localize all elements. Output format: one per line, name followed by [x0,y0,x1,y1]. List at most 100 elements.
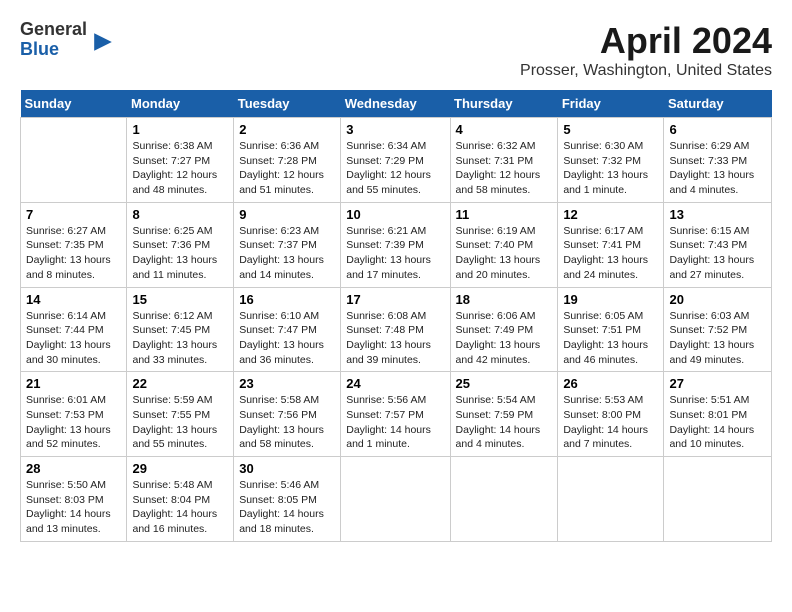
calendar-cell: 15 Sunrise: 6:12 AMSunset: 7:45 PMDaylig… [127,287,234,372]
calendar-cell: 22 Sunrise: 5:59 AMSunset: 7:55 PMDaylig… [127,372,234,457]
calendar-cell: 26 Sunrise: 5:53 AMSunset: 8:00 PMDaylig… [558,372,664,457]
day-info: Sunrise: 5:51 AMSunset: 8:01 PMDaylight:… [669,394,754,450]
day-number: 26 [563,376,658,391]
logo-general: General [20,20,87,40]
calendar-cell: 8 Sunrise: 6:25 AMSunset: 7:36 PMDayligh… [127,202,234,287]
day-number: 1 [132,122,228,137]
calendar-cell: 5 Sunrise: 6:30 AMSunset: 7:32 PMDayligh… [558,118,664,203]
day-info: Sunrise: 6:25 AMSunset: 7:36 PMDaylight:… [132,225,217,281]
day-number: 3 [346,122,444,137]
calendar-cell: 7 Sunrise: 6:27 AMSunset: 7:35 PMDayligh… [21,202,127,287]
day-number: 20 [669,292,766,307]
calendar-cell: 3 Sunrise: 6:34 AMSunset: 7:29 PMDayligh… [341,118,450,203]
calendar-cell: 14 Sunrise: 6:14 AMSunset: 7:44 PMDaylig… [21,287,127,372]
day-number: 2 [239,122,335,137]
weekday-header-thursday: Thursday [450,90,558,118]
day-number: 25 [456,376,553,391]
day-number: 10 [346,207,444,222]
day-info: Sunrise: 6:32 AMSunset: 7:31 PMDaylight:… [456,140,541,196]
day-number: 22 [132,376,228,391]
calendar-cell: 11 Sunrise: 6:19 AMSunset: 7:40 PMDaylig… [450,202,558,287]
calendar-cell [664,457,772,542]
day-info: Sunrise: 5:50 AMSunset: 8:03 PMDaylight:… [26,479,111,535]
day-info: Sunrise: 6:03 AMSunset: 7:52 PMDaylight:… [669,310,754,366]
weekday-header-wednesday: Wednesday [341,90,450,118]
day-info: Sunrise: 5:46 AMSunset: 8:05 PMDaylight:… [239,479,324,535]
day-number: 21 [26,376,121,391]
calendar-cell [450,457,558,542]
calendar-cell: 9 Sunrise: 6:23 AMSunset: 7:37 PMDayligh… [234,202,341,287]
day-number: 7 [26,207,121,222]
calendar-cell: 18 Sunrise: 6:06 AMSunset: 7:49 PMDaylig… [450,287,558,372]
day-info: Sunrise: 6:10 AMSunset: 7:47 PMDaylight:… [239,310,324,366]
day-info: Sunrise: 5:53 AMSunset: 8:00 PMDaylight:… [563,394,648,450]
calendar-header: SundayMondayTuesdayWednesdayThursdayFrid… [21,90,772,118]
day-info: Sunrise: 6:06 AMSunset: 7:49 PMDaylight:… [456,310,541,366]
day-info: Sunrise: 6:17 AMSunset: 7:41 PMDaylight:… [563,225,648,281]
calendar-table: SundayMondayTuesdayWednesdayThursdayFrid… [20,90,772,542]
calendar-week-1: 1 Sunrise: 6:38 AMSunset: 7:27 PMDayligh… [21,118,772,203]
day-info: Sunrise: 6:08 AMSunset: 7:48 PMDaylight:… [346,310,431,366]
weekday-header-row: SundayMondayTuesdayWednesdayThursdayFrid… [21,90,772,118]
calendar-cell: 24 Sunrise: 5:56 AMSunset: 7:57 PMDaylig… [341,372,450,457]
day-info: Sunrise: 6:21 AMSunset: 7:39 PMDaylight:… [346,225,431,281]
logo-arrow-icon [91,30,115,54]
calendar-week-4: 21 Sunrise: 6:01 AMSunset: 7:53 PMDaylig… [21,372,772,457]
weekday-header-saturday: Saturday [664,90,772,118]
day-info: Sunrise: 6:15 AMSunset: 7:43 PMDaylight:… [669,225,754,281]
day-info: Sunrise: 5:56 AMSunset: 7:57 PMDaylight:… [346,394,431,450]
weekday-header-tuesday: Tuesday [234,90,341,118]
day-number: 5 [563,122,658,137]
day-number: 13 [669,207,766,222]
day-info: Sunrise: 5:58 AMSunset: 7:56 PMDaylight:… [239,394,324,450]
calendar-cell: 2 Sunrise: 6:36 AMSunset: 7:28 PMDayligh… [234,118,341,203]
calendar-cell [21,118,127,203]
page-header: General Blue April 2024 Prosser, Washing… [20,20,772,80]
calendar-cell [558,457,664,542]
day-info: Sunrise: 6:34 AMSunset: 7:29 PMDaylight:… [346,140,431,196]
day-number: 8 [132,207,228,222]
location: Prosser, Washington, United States [520,62,772,80]
calendar-cell: 17 Sunrise: 6:08 AMSunset: 7:48 PMDaylig… [341,287,450,372]
weekday-header-friday: Friday [558,90,664,118]
weekday-header-monday: Monday [127,90,234,118]
day-number: 12 [563,207,658,222]
day-number: 18 [456,292,553,307]
calendar-cell: 1 Sunrise: 6:38 AMSunset: 7:27 PMDayligh… [127,118,234,203]
day-number: 4 [456,122,553,137]
day-number: 28 [26,461,121,476]
calendar-cell: 20 Sunrise: 6:03 AMSunset: 7:52 PMDaylig… [664,287,772,372]
day-info: Sunrise: 6:14 AMSunset: 7:44 PMDaylight:… [26,310,111,366]
logo: General Blue [20,20,115,60]
day-number: 29 [132,461,228,476]
day-info: Sunrise: 5:48 AMSunset: 8:04 PMDaylight:… [132,479,217,535]
day-number: 14 [26,292,121,307]
calendar-cell: 23 Sunrise: 5:58 AMSunset: 7:56 PMDaylig… [234,372,341,457]
day-number: 19 [563,292,658,307]
day-number: 6 [669,122,766,137]
logo-text: General Blue [20,20,87,60]
day-info: Sunrise: 6:12 AMSunset: 7:45 PMDaylight:… [132,310,217,366]
day-info: Sunrise: 6:01 AMSunset: 7:53 PMDaylight:… [26,394,111,450]
day-number: 11 [456,207,553,222]
day-info: Sunrise: 6:38 AMSunset: 7:27 PMDaylight:… [132,140,217,196]
calendar-cell: 30 Sunrise: 5:46 AMSunset: 8:05 PMDaylig… [234,457,341,542]
day-number: 9 [239,207,335,222]
calendar-cell: 27 Sunrise: 5:51 AMSunset: 8:01 PMDaylig… [664,372,772,457]
day-info: Sunrise: 6:23 AMSunset: 7:37 PMDaylight:… [239,225,324,281]
day-info: Sunrise: 6:30 AMSunset: 7:32 PMDaylight:… [563,140,648,196]
day-info: Sunrise: 5:54 AMSunset: 7:59 PMDaylight:… [456,394,541,450]
day-number: 27 [669,376,766,391]
title-area: April 2024 Prosser, Washington, United S… [520,20,772,80]
day-number: 16 [239,292,335,307]
day-number: 15 [132,292,228,307]
day-number: 17 [346,292,444,307]
day-number: 24 [346,376,444,391]
calendar-cell: 28 Sunrise: 5:50 AMSunset: 8:03 PMDaylig… [21,457,127,542]
day-info: Sunrise: 6:05 AMSunset: 7:51 PMDaylight:… [563,310,648,366]
calendar-cell: 19 Sunrise: 6:05 AMSunset: 7:51 PMDaylig… [558,287,664,372]
day-info: Sunrise: 6:36 AMSunset: 7:28 PMDaylight:… [239,140,324,196]
calendar-cell: 13 Sunrise: 6:15 AMSunset: 7:43 PMDaylig… [664,202,772,287]
logo-blue: Blue [20,40,87,60]
calendar-cell: 25 Sunrise: 5:54 AMSunset: 7:59 PMDaylig… [450,372,558,457]
